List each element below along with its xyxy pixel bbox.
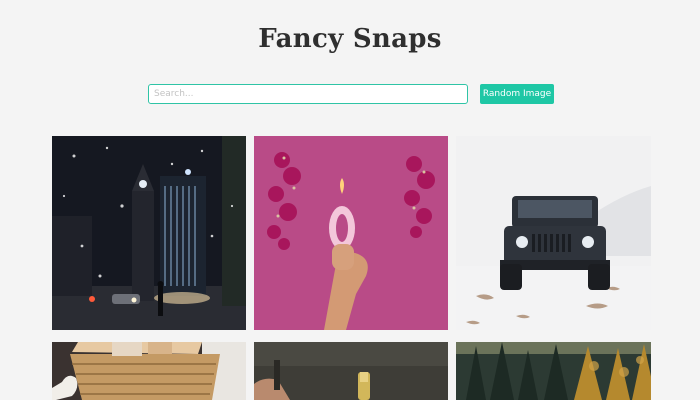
- gallery-image-candle-zero[interactable]: [254, 136, 448, 330]
- gallery-image-forest[interactable]: [456, 342, 651, 400]
- gallery-image-bottle[interactable]: [254, 342, 448, 400]
- gallery-image-basket[interactable]: [52, 342, 246, 400]
- app-title: Fancy Snaps: [258, 24, 442, 54]
- random-image-button[interactable]: Random Image: [480, 84, 554, 104]
- app-page: Fancy Snaps Random Image: [0, 0, 700, 400]
- search-input[interactable]: [148, 84, 468, 104]
- gallery-image-city-night[interactable]: [52, 136, 246, 330]
- gallery-image-jeep-snow[interactable]: [456, 136, 651, 330]
